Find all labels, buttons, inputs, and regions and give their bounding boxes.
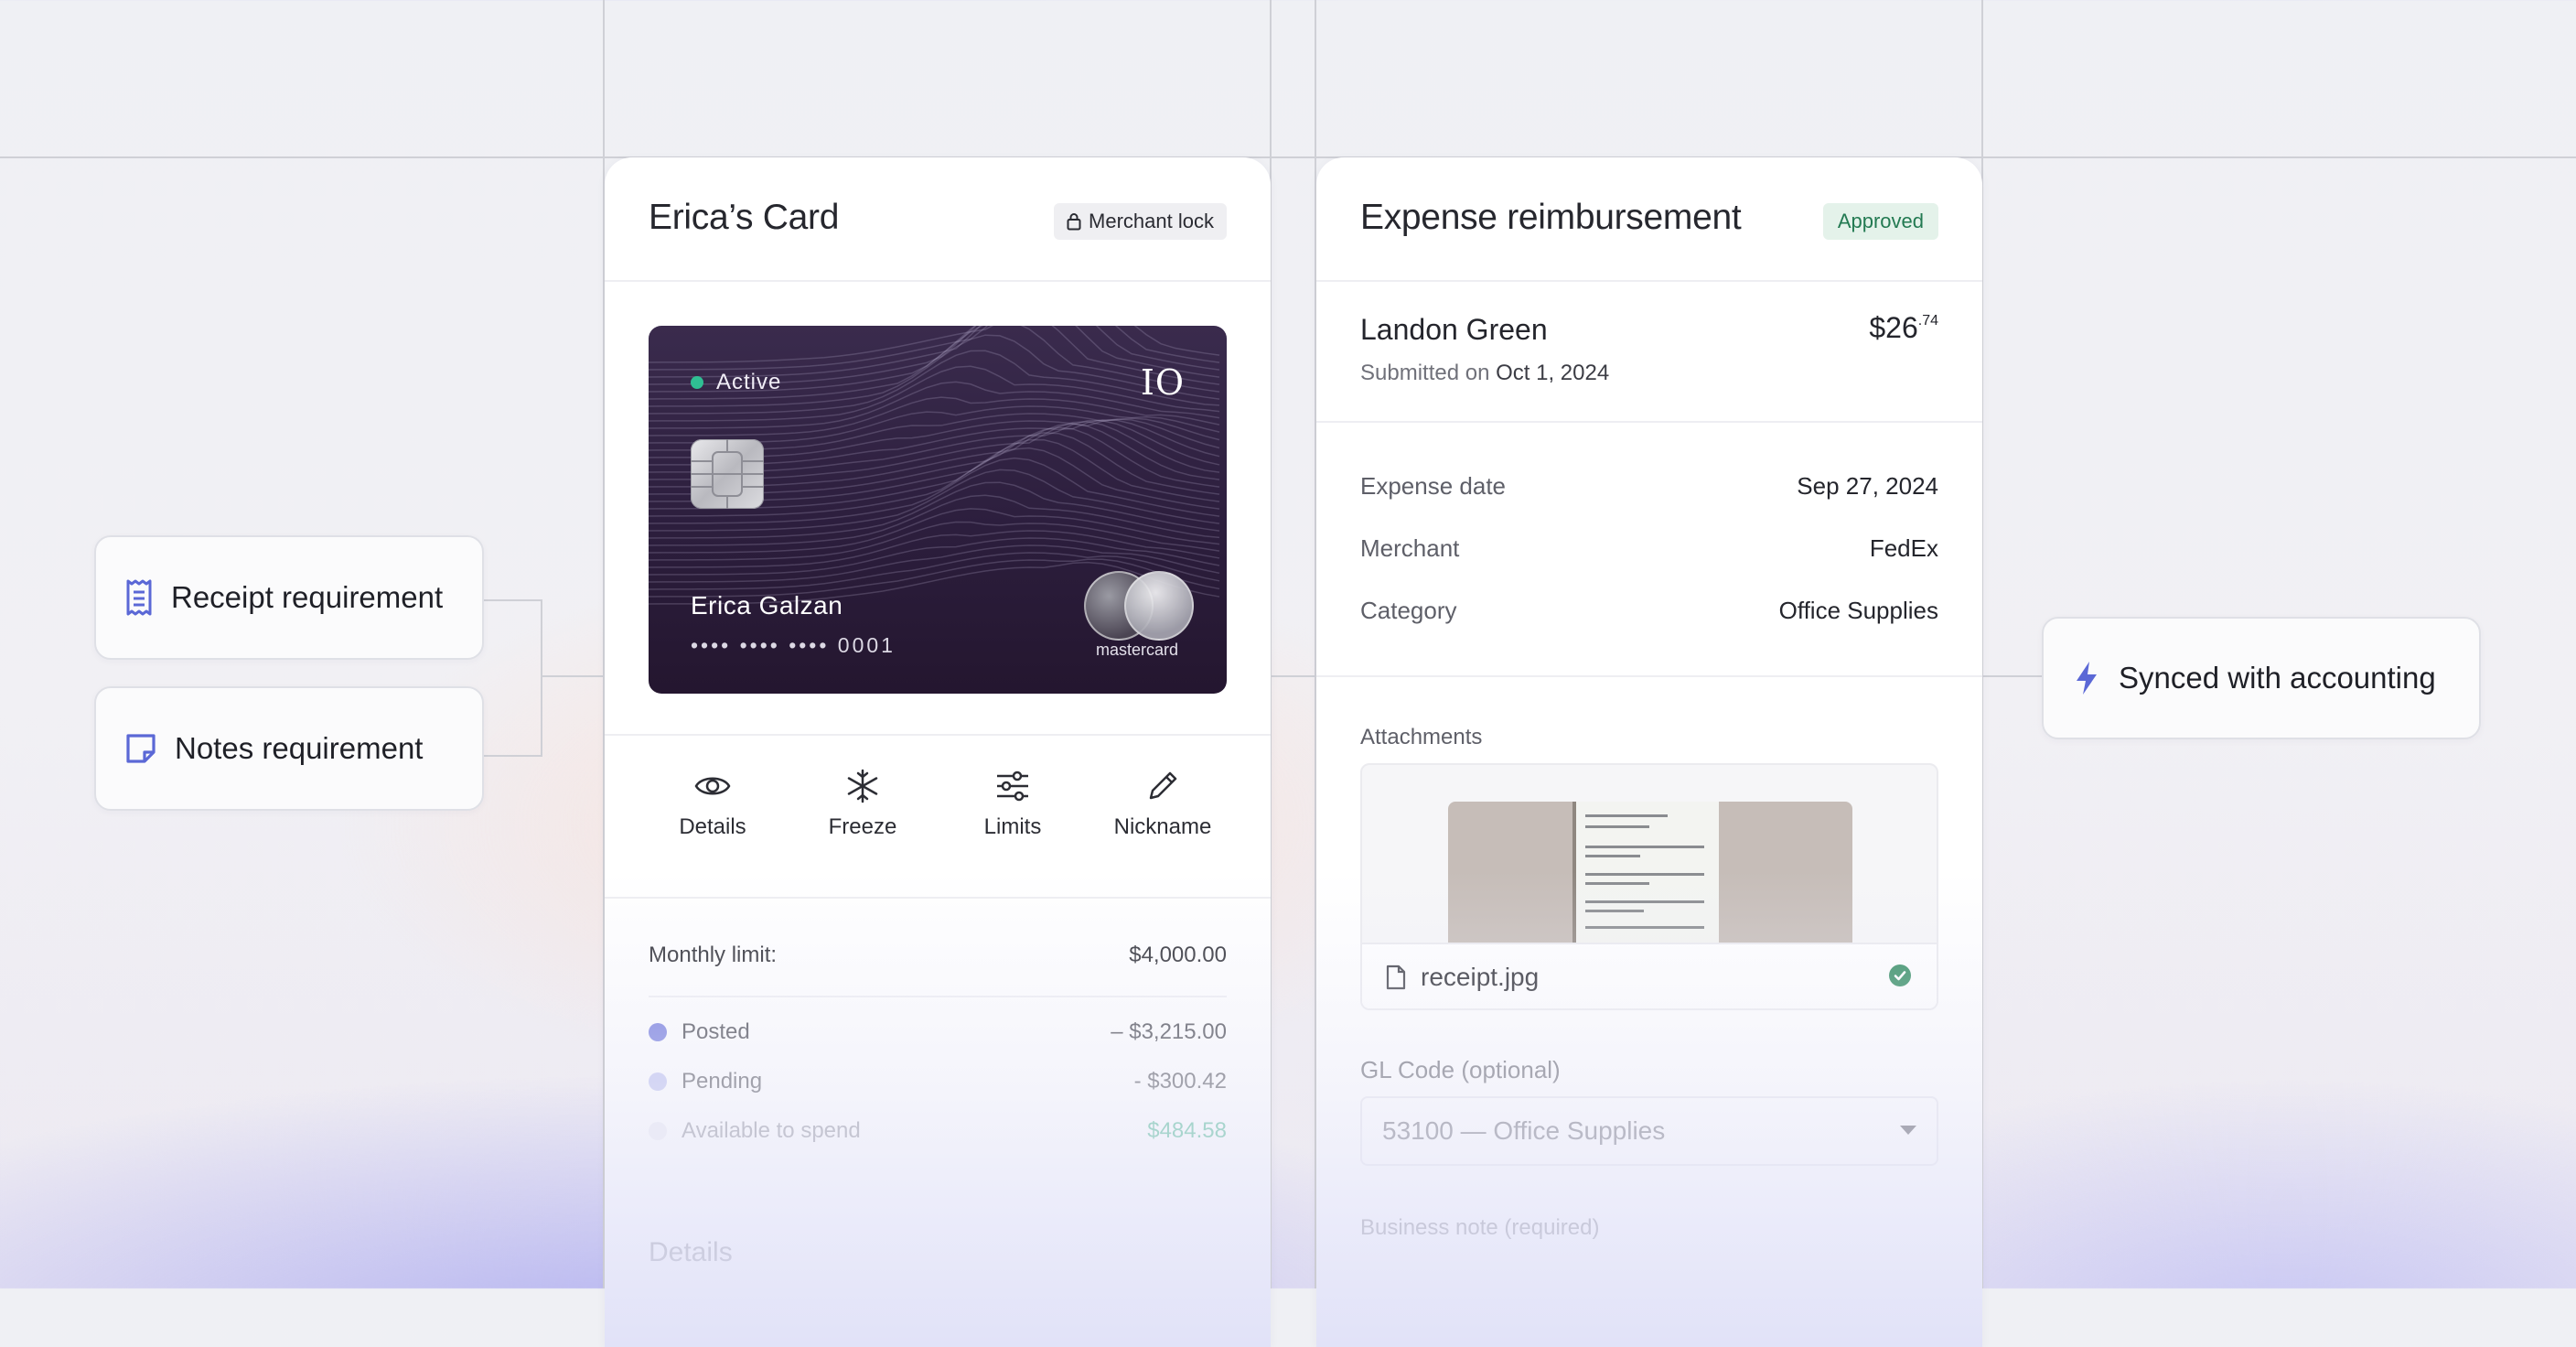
details-action-label: Details — [679, 814, 746, 839]
synced-with-accounting-pill: Synced with accounting — [2042, 617, 2481, 739]
attachment-card[interactable]: receipt.jpg — [1360, 763, 1938, 1010]
category-key: Category — [1360, 597, 1457, 624]
pending-row: Pending - $300.42 — [649, 1069, 1227, 1094]
posted-value: – $3,215.00 — [1111, 1019, 1227, 1044]
pencil-icon — [1149, 771, 1177, 800]
details-action-button[interactable]: Details — [649, 767, 777, 840]
nickname-action-button[interactable]: Nickname — [1099, 767, 1227, 840]
business-note-label: Business note (required) — [1360, 1215, 1600, 1240]
expense-panel: Expense reimbursement Approved Landon Gr… — [1316, 157, 1982, 1347]
lock-icon — [1067, 213, 1081, 231]
submitted-info: Submitted on Oct 1, 2024 — [1360, 361, 1609, 386]
monthly-limit-row: Monthly limit: $4,000.00 — [649, 943, 1227, 968]
divider — [605, 897, 1271, 899]
divider — [1316, 421, 1982, 423]
receipt-requirement-label: Receipt requirement — [171, 580, 444, 614]
amount-main: $26 — [1869, 311, 1918, 344]
card-status: Active — [691, 370, 781, 395]
mastercard-circle-right — [1124, 571, 1194, 641]
file-icon — [1386, 964, 1406, 990]
posted-legend-dot — [649, 1023, 667, 1041]
divider — [1316, 675, 1982, 677]
credit-card[interactable]: Active IO Erica Galzan •••• •••• •••• 00… — [649, 326, 1227, 694]
expense-amount: $26.74 — [1869, 311, 1938, 345]
freeze-action-label: Freeze — [828, 814, 897, 839]
limits-action-label: Limits — [983, 814, 1042, 839]
receipt-thumbnail[interactable] — [1448, 802, 1852, 943]
merchant-lock-label: Merchant lock — [1089, 210, 1214, 232]
approved-status-badge: Approved — [1822, 203, 1938, 240]
divider — [605, 280, 1271, 282]
monthly-limit-label: Monthly limit: — [649, 943, 778, 967]
connector-line — [1981, 675, 2042, 677]
available-label: Available to spend — [682, 1118, 861, 1143]
snowflake-icon — [847, 769, 878, 803]
receipt-paper — [1576, 802, 1719, 943]
notes-requirement-pill: Notes requirement — [94, 686, 484, 811]
available-row: Available to spend $484.58 — [649, 1118, 1227, 1144]
attachment-file-row[interactable]: receipt.jpg — [1362, 943, 1937, 1008]
available-legend-dot — [649, 1122, 667, 1140]
divider — [1316, 280, 1982, 282]
submitted-date: Oct 1, 2024 — [1496, 361, 1610, 385]
note-icon — [126, 734, 156, 763]
connector-line — [1270, 675, 1315, 677]
cardholder-name: Erica Galzan — [691, 591, 843, 620]
receipt-icon — [126, 579, 152, 616]
merchant-row: Merchant FedEx — [1360, 534, 1938, 563]
card-panel-title: Erica’s Card — [649, 198, 840, 237]
posted-label: Posted — [682, 1019, 750, 1044]
amount-cents: .74 — [1917, 313, 1938, 329]
chip-icon — [691, 439, 764, 509]
card-number: •••• •••• •••• 0001 — [691, 633, 896, 657]
divider — [649, 996, 1227, 997]
pill-bracket — [482, 599, 542, 757]
connector-line — [542, 675, 604, 677]
chevron-down-icon — [1900, 1126, 1916, 1135]
card-actions: Details Freeze Limits Nickname — [649, 767, 1227, 840]
attachment-file-name: receipt.jpg — [1421, 963, 1540, 991]
limits-action-button[interactable]: Limits — [949, 767, 1077, 840]
expense-date-row: Expense date Sep 27, 2024 — [1360, 472, 1938, 501]
notes-requirement-label: Notes requirement — [175, 731, 424, 765]
expense-date-key: Expense date — [1360, 472, 1507, 500]
card-status-label: Active — [716, 370, 782, 394]
merchant-value: FedEx — [1869, 534, 1938, 562]
merchant-lock-badge: Merchant lock — [1054, 203, 1227, 240]
category-value: Office Supplies — [1778, 597, 1938, 624]
pending-value: - $300.42 — [1133, 1069, 1227, 1094]
freeze-action-button[interactable]: Freeze — [799, 767, 927, 840]
pending-legend-dot — [649, 1072, 667, 1091]
pending-label: Pending — [682, 1069, 763, 1094]
available-value: $484.58 — [1147, 1118, 1227, 1143]
grid-line-horizontal — [0, 156, 2576, 158]
active-dot — [691, 376, 703, 389]
submitter-name: Landon Green — [1360, 313, 1548, 346]
expense-date-value: Sep 27, 2024 — [1797, 472, 1938, 500]
details-heading: Details — [649, 1237, 733, 1267]
check-icon — [1889, 964, 1911, 986]
divider — [605, 734, 1271, 736]
nickname-action-label: Nickname — [1113, 814, 1212, 839]
gl-code-select[interactable]: 53100 — Office Supplies — [1360, 1096, 1938, 1166]
eye-icon — [694, 777, 731, 795]
card-panel: Erica’s Card Merchant lock Active IO Eri… — [605, 157, 1271, 1347]
monthly-limit-value: $4,000.00 — [1129, 943, 1227, 967]
lightning-icon — [2077, 662, 2097, 695]
receipt-requirement-pill: Receipt requirement — [94, 535, 484, 660]
gl-code-label: GL Code (optional) — [1360, 1056, 1561, 1083]
posted-row: Posted – $3,215.00 — [649, 1019, 1227, 1045]
sliders-icon — [997, 770, 1028, 802]
submitted-prefix: Submitted on — [1360, 361, 1490, 385]
card-brand-logo: IO — [1140, 362, 1185, 403]
merchant-key: Merchant — [1360, 534, 1460, 562]
expense-panel-title: Expense reimbursement — [1360, 198, 1742, 237]
attachments-label: Attachments — [1360, 725, 1483, 749]
synced-label: Synced with accounting — [2119, 661, 2436, 695]
mastercard-logo: mastercard — [1080, 571, 1194, 663]
category-row: Category Office Supplies — [1360, 597, 1938, 625]
gl-code-value: 53100 — Office Supplies — [1382, 1116, 1666, 1145]
mastercard-label: mastercard — [1095, 641, 1179, 659]
